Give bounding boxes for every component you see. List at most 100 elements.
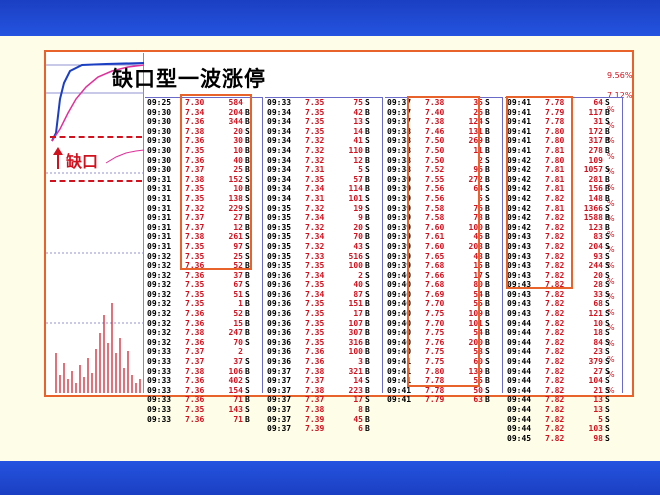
trade-direction: S: [605, 232, 610, 242]
trade-volume: 104: [588, 376, 603, 386]
trade-direction: S: [485, 184, 490, 194]
trade-time: 09:37: [267, 414, 292, 424]
trade-direction: B: [245, 414, 250, 424]
trade-direction: B: [365, 184, 370, 194]
trade-time: 09:31: [147, 193, 172, 203]
trade-price: 7.32: [305, 222, 325, 232]
table-row: 09:37 7.38 8 B: [265, 405, 382, 415]
trade-time: 09:32: [147, 251, 172, 261]
trade-direction: S: [365, 117, 370, 127]
trade-time: 09:36: [267, 299, 292, 309]
trade-volume: 107: [348, 318, 363, 328]
trade-price: 7.82: [545, 337, 565, 347]
trade-direction: B: [485, 376, 490, 386]
table-row: 09:36 7.34 87 S: [265, 290, 382, 300]
trade-direction: B: [365, 366, 370, 376]
trade-time: 09:35: [267, 251, 292, 261]
trade-volume: 64: [593, 98, 603, 107]
trade-direction: S: [245, 405, 250, 414]
trade-direction: S: [365, 251, 370, 261]
trade-time: 09:31: [147, 213, 172, 223]
table-row: 09:35 7.32 20 S: [265, 223, 382, 233]
trade-volume: 151: [348, 299, 363, 309]
trade-volume: 98: [593, 433, 603, 443]
table-row: 09:37 7.39 45 B: [265, 415, 382, 425]
trade-time: 09:30: [147, 155, 172, 165]
trade-price: 7.36: [305, 357, 325, 367]
trade-direction: S: [365, 270, 370, 280]
table-row: 09:34 7.32 12 B: [265, 156, 382, 166]
trade-direction: S: [605, 357, 610, 367]
trade-price: 7.32: [305, 203, 325, 213]
trade-time: 09:44: [507, 357, 532, 367]
trade-direction: S: [605, 98, 610, 107]
trade-direction: B: [365, 414, 370, 424]
trade-volume: 278: [588, 145, 603, 155]
trade-price: 7.82: [545, 309, 565, 319]
trade-volume: 21: [593, 385, 603, 395]
trade-direction: S: [605, 366, 610, 376]
trade-volume: 31: [593, 117, 603, 127]
trade-direction: B: [485, 251, 490, 261]
trade-price: 7.34: [305, 184, 325, 194]
trade-volume: 75: [353, 98, 363, 107]
page-title: 缺口型一波涨停: [112, 66, 266, 91]
trade-volume: 18: [593, 328, 603, 338]
trade-price: 7.35: [305, 126, 325, 136]
trade-time: 09:37: [267, 385, 292, 395]
trade-volume: 23: [593, 347, 603, 357]
table-row: 09:33 7.37 37 S: [145, 357, 262, 367]
table-row: 09:44 7.82 10 S: [505, 319, 622, 329]
trade-direction: B: [485, 299, 490, 309]
trade-direction: B: [245, 270, 250, 280]
trade-direction: B: [485, 174, 490, 184]
trade-direction: B: [485, 213, 490, 223]
trade-time: 09:33: [267, 98, 292, 107]
trade-time: 09:44: [507, 385, 532, 395]
trade-volume: 20: [353, 222, 363, 232]
trade-time: 09:36: [267, 289, 292, 299]
table-row: 09:37 7.38 223 B: [265, 386, 382, 396]
trade-volume: 1057: [583, 165, 603, 175]
trade-volume: 5: [598, 414, 603, 424]
trade-time: 09:34: [267, 136, 292, 146]
trade-direction: S: [605, 328, 610, 338]
trade-time: 09:32: [147, 289, 172, 299]
trade-price: 7.34: [305, 232, 325, 242]
trade-volume: 204: [588, 241, 603, 251]
trade-price: 7.37: [185, 347, 205, 357]
trade-direction: S: [605, 289, 610, 299]
trade-volume: 106: [228, 366, 243, 376]
trade-price: 7.36: [185, 270, 205, 280]
trade-direction: S: [605, 424, 610, 434]
table-row: 09:36 7.36 3 B: [265, 357, 382, 367]
table-row: 09:36 7.35 316 B: [265, 338, 382, 348]
table-row: 09:33 7.36 71 B: [145, 415, 262, 425]
table-row: 09:36 7.34 2 S: [265, 271, 382, 281]
trade-time: 09:36: [267, 309, 292, 319]
trade-time: 09:34: [267, 184, 292, 194]
trade-direction: B: [485, 203, 490, 213]
trade-price: 7.35: [185, 405, 205, 414]
trade-volume: 50: [473, 385, 483, 395]
trade-time: 09:35: [267, 203, 292, 213]
trade-price: 7.37: [305, 395, 325, 405]
trade-time: 09:32: [147, 309, 172, 319]
trade-direction: B: [605, 184, 610, 194]
trade-volume: 19: [353, 203, 363, 213]
table-row: 09:35 7.32 43 S: [265, 242, 382, 252]
table-row: 09:35 7.34 9 B: [265, 213, 382, 223]
trade-volume: 1366: [583, 203, 603, 213]
trade-price: 7.35: [305, 309, 325, 319]
table-row: 09:34 7.35 13 S: [265, 117, 382, 127]
highlight-box-3: [506, 96, 573, 289]
bottom-banner: [0, 461, 660, 495]
trade-volume: 110: [348, 145, 363, 155]
trade-direction: S: [245, 289, 250, 299]
trade-volume: 27: [593, 366, 603, 376]
trade-price: 7.32: [305, 155, 325, 165]
trade-price: 7.35: [305, 98, 325, 107]
trade-volume: 45: [353, 414, 363, 424]
table-row: 09:37 7.39 6 B: [265, 424, 382, 434]
trade-time: 09:44: [507, 366, 532, 376]
